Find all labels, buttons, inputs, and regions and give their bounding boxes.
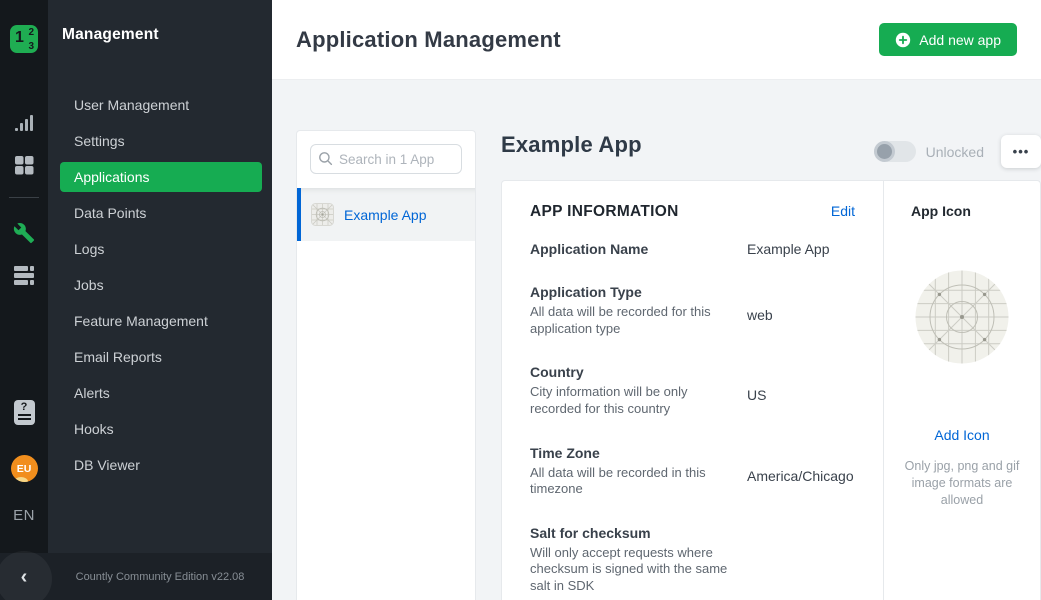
sidebar-item-applications[interactable]: Applications	[60, 162, 262, 192]
info-row-application-name: Application Name Example App	[530, 241, 855, 257]
row-label: Country	[530, 364, 735, 380]
help-icon: ?	[14, 400, 35, 425]
collapse-sidebar-button[interactable]: ‹	[0, 567, 48, 587]
main-area: Application Management Add new app	[272, 0, 1041, 600]
add-new-app-label: Add new app	[919, 32, 1001, 48]
lock-toggle[interactable]	[874, 141, 916, 162]
sidebar-item-user-management[interactable]: User Management	[60, 90, 262, 120]
more-options-button[interactable]: •••	[1001, 135, 1041, 168]
search-icon	[318, 151, 333, 166]
help-button[interactable]: ?	[0, 400, 48, 425]
sidebar-item-feature-management[interactable]: Feature Management	[60, 306, 262, 336]
analytics-nav[interactable]	[0, 113, 48, 133]
chevron-left-icon: ‹	[21, 567, 28, 587]
app-information-heading: APP INFORMATION	[530, 203, 679, 221]
app-list-item-example-app[interactable]: Example App	[297, 188, 475, 241]
sidebar-title: Management	[62, 26, 272, 44]
page-header: Application Management Add new app	[272, 0, 1041, 80]
row-value: America/Chicago	[747, 468, 854, 498]
info-row-application-type: Application Type All data will be record…	[530, 284, 855, 337]
sidebar-item-logs[interactable]: Logs	[60, 234, 262, 264]
info-row-time-zone: Time Zone All data will be recorded in t…	[530, 445, 855, 498]
icon-rail: 123	[0, 0, 48, 600]
sidebar-item-data-points[interactable]: Data Points	[60, 198, 262, 228]
sidebar-item-jobs[interactable]: Jobs	[60, 270, 262, 300]
add-new-app-button[interactable]: Add new app	[879, 23, 1017, 56]
grid-icon	[14, 155, 34, 175]
countly-logo-icon: 123	[10, 25, 38, 53]
row-description: All data will be recorded for this appli…	[530, 304, 735, 337]
version-label: Countly Community Edition v22.08	[48, 571, 272, 583]
app-thumbnail-icon	[311, 203, 334, 226]
page-title: Application Management	[296, 27, 561, 53]
dashboards-nav[interactable]	[0, 155, 48, 175]
sidebar-item-email-reports[interactable]: Email Reports	[60, 342, 262, 372]
avatar: EU	[11, 455, 38, 482]
info-row-salt-for-checksum: Salt for checksum Will only accept reque…	[530, 525, 855, 595]
apps-list-panel: Example App	[296, 130, 476, 600]
wrench-icon	[13, 222, 35, 244]
row-description: Will only accept requests where checksum…	[530, 545, 735, 595]
data-manager-nav[interactable]	[0, 265, 48, 286]
sidebar-item-db-viewer[interactable]: DB Viewer	[60, 450, 262, 480]
row-label: Application Name	[530, 241, 735, 257]
countly-logo[interactable]: 123	[0, 25, 48, 53]
app-information-section: APP INFORMATION Edit Application Name Ex…	[502, 181, 883, 600]
row-description: All data will be recorded in this timezo…	[530, 465, 735, 498]
app-icon-placeholder	[914, 269, 1010, 365]
management-nav[interactable]	[0, 222, 48, 244]
user-avatar[interactable]: EU	[0, 455, 48, 482]
app-root: 123	[0, 0, 1041, 600]
sidebar-footer: ‹ Countly Community Edition v22.08	[0, 553, 272, 600]
sidebar-item-settings[interactable]: Settings	[60, 126, 262, 156]
bar-chart-icon	[14, 113, 34, 133]
row-value: web	[747, 307, 773, 337]
app-detail-title: Example App	[501, 132, 642, 158]
server-stack-icon	[14, 265, 34, 286]
content-area: Example App Example App Unlocked •••	[272, 80, 1041, 600]
sidebar: Management User Management Settings Appl…	[48, 0, 272, 600]
row-description: City information will be only recorded f…	[530, 384, 735, 417]
rail-divider	[0, 197, 48, 198]
row-label: Application Type	[530, 284, 735, 300]
language-selector[interactable]: EN	[0, 507, 48, 524]
app-icon-panel: App Icon	[883, 181, 1040, 600]
app-detail: Example App Unlocked ••• APP INFORMATION…	[501, 130, 1041, 600]
lock-toggle-label: Unlocked	[926, 144, 984, 160]
app-detail-header: Example App Unlocked •••	[501, 130, 1041, 180]
icon-format-note: Only jpg, png and gif image formats are …	[896, 458, 1028, 509]
toggle-knob	[874, 141, 895, 162]
edit-link[interactable]: Edit	[831, 203, 855, 219]
row-label: Time Zone	[530, 445, 735, 461]
plus-circle-icon	[895, 32, 911, 48]
app-information-card: APP INFORMATION Edit Application Name Ex…	[501, 180, 1041, 600]
sidebar-item-hooks[interactable]: Hooks	[60, 414, 262, 444]
sidebar-item-alerts[interactable]: Alerts	[60, 378, 262, 408]
language-label: EN	[13, 507, 35, 524]
add-icon-link[interactable]: Add Icon	[934, 427, 989, 443]
app-icon-heading: App Icon	[911, 203, 971, 219]
row-label: Salt for checksum	[530, 525, 735, 541]
info-row-country: Country City information will be only re…	[530, 364, 855, 417]
app-item-name: Example App	[344, 207, 427, 223]
ellipsis-icon: •••	[1013, 144, 1030, 159]
row-value: US	[747, 387, 766, 417]
row-value: Example App	[747, 241, 830, 257]
sidebar-menu: User Management Settings Applications Da…	[48, 90, 272, 480]
